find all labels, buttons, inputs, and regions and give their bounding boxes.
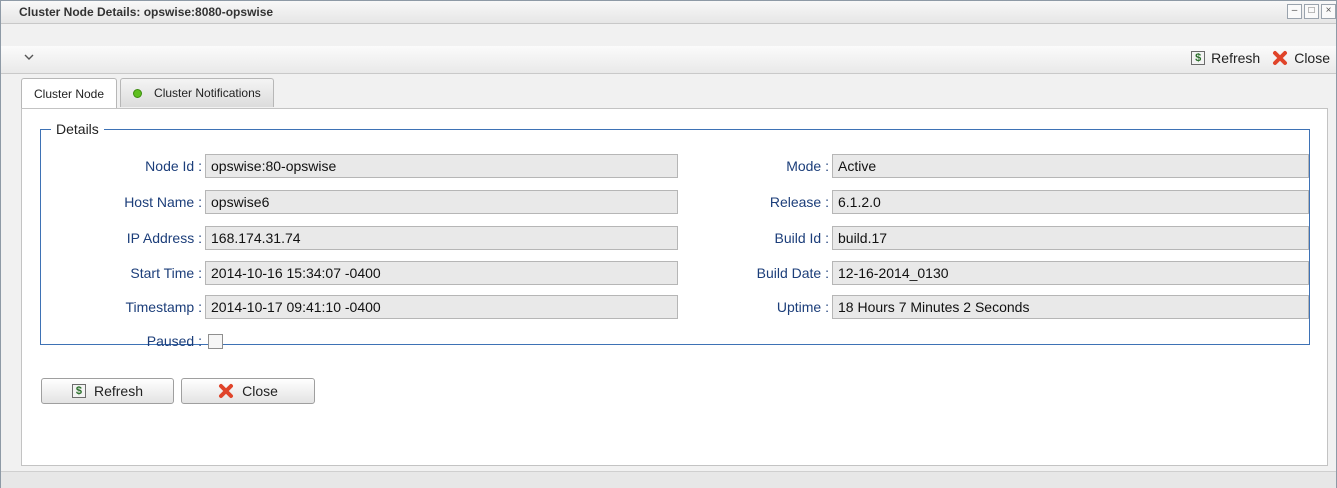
field-timestamp: Timestamp : 2014-10-17 09:41:10 -0400 bbox=[42, 295, 678, 319]
tab-cluster-notifications[interactable]: Cluster Notifications bbox=[120, 78, 274, 107]
field-build-date: Build Date : 12-16-2014_0130 bbox=[722, 261, 1309, 285]
close-button-label: Close bbox=[242, 383, 278, 399]
start-time-value[interactable]: 2014-10-16 15:34:07 -0400 bbox=[205, 261, 678, 285]
field-release: Release : 6.1.2.0 bbox=[722, 190, 1309, 214]
window-bottom-strip bbox=[1, 471, 1336, 488]
host-name-label: Host Name : bbox=[124, 194, 202, 210]
field-host-name: Host Name : opswise6 bbox=[42, 190, 678, 214]
field-ip-address: IP Address : 168.174.31.74 bbox=[42, 226, 678, 250]
uptime-value[interactable]: 18 Hours 7 Minutes 2 Seconds bbox=[832, 295, 1309, 319]
node-id-value[interactable]: opswise:80-opswise bbox=[205, 154, 678, 178]
toolbar: $ Refresh Close bbox=[1, 46, 1336, 74]
timestamp-value[interactable]: 2014-10-17 09:41:10 -0400 bbox=[205, 295, 678, 319]
tab-cluster-notifications-label: Cluster Notifications bbox=[154, 86, 261, 100]
build-date-label: Build Date : bbox=[756, 265, 829, 281]
window-titlebar[interactable]: Cluster Node Details: opswise:8080-opswi… bbox=[1, 1, 1336, 24]
close-x-icon bbox=[1273, 51, 1288, 65]
minimize-icon[interactable]: – bbox=[1287, 4, 1302, 19]
field-paused: Paused : bbox=[42, 329, 223, 353]
toolbar-refresh-label: Refresh bbox=[1211, 50, 1261, 66]
field-uptime: Uptime : 18 Hours 7 Minutes 2 Seconds bbox=[722, 295, 1309, 319]
ip-address-value[interactable]: 168.174.31.74 bbox=[205, 226, 678, 250]
mode-label: Mode : bbox=[786, 158, 829, 174]
tab-cluster-node[interactable]: Cluster Node bbox=[21, 78, 118, 109]
field-start-time: Start Time : 2014-10-16 15:34:07 -0400 bbox=[42, 261, 678, 285]
toolbar-close-label: Close bbox=[1294, 50, 1330, 66]
build-id-value[interactable]: build.17 bbox=[832, 226, 1309, 250]
status-dot-icon bbox=[133, 88, 143, 98]
window-title: Cluster Node Details: opswise:8080-opswi… bbox=[19, 5, 274, 19]
chevron-down-icon[interactable] bbox=[23, 51, 35, 63]
field-build-id: Build Id : build.17 bbox=[722, 226, 1309, 250]
maximize-icon[interactable]: □ bbox=[1304, 4, 1319, 19]
toolbar-close-button[interactable]: Close bbox=[1272, 50, 1330, 66]
build-date-value[interactable]: 12-16-2014_0130 bbox=[832, 261, 1309, 285]
refresh-button[interactable]: $ Refresh bbox=[41, 378, 174, 404]
toolbar-actions: $ Refresh Close bbox=[1179, 50, 1330, 66]
release-value[interactable]: 6.1.2.0 bbox=[832, 190, 1309, 214]
refresh-icon: $ bbox=[71, 384, 86, 398]
field-mode: Mode : Active bbox=[722, 154, 1309, 178]
close-x-icon bbox=[219, 384, 234, 398]
cluster-node-details-window: Cluster Node Details: opswise:8080-opswi… bbox=[0, 0, 1337, 488]
toolbar-refresh-button[interactable]: $ Refresh bbox=[1191, 50, 1260, 66]
details-legend: Details bbox=[56, 121, 99, 137]
mode-value[interactable]: Active bbox=[832, 154, 1309, 178]
timestamp-label: Timestamp : bbox=[125, 299, 203, 315]
tab-bar: Cluster Node Cluster Notifications bbox=[21, 78, 277, 109]
close-button[interactable]: Close bbox=[181, 378, 315, 404]
release-label: Release : bbox=[769, 194, 829, 210]
uptime-label: Uptime : bbox=[776, 299, 829, 315]
tab-content-panel: Details Node Id : opswise:80-opswise Hos… bbox=[21, 108, 1328, 466]
tab-cluster-node-label: Cluster Node bbox=[34, 87, 105, 101]
build-id-label: Build Id : bbox=[774, 230, 829, 246]
ip-address-label: IP Address : bbox=[126, 230, 202, 246]
field-node-id: Node Id : opswise:80-opswise bbox=[42, 154, 678, 178]
refresh-icon: $ bbox=[1191, 51, 1206, 65]
paused-label: Paused : bbox=[146, 333, 202, 349]
start-time-label: Start Time : bbox=[130, 265, 202, 281]
window-controls: – □ × bbox=[1285, 4, 1336, 19]
close-icon[interactable]: × bbox=[1321, 4, 1336, 19]
refresh-button-label: Refresh bbox=[93, 383, 144, 399]
node-id-label: Node Id : bbox=[145, 158, 202, 174]
paused-checkbox[interactable] bbox=[208, 333, 223, 349]
host-name-value[interactable]: opswise6 bbox=[205, 190, 678, 214]
